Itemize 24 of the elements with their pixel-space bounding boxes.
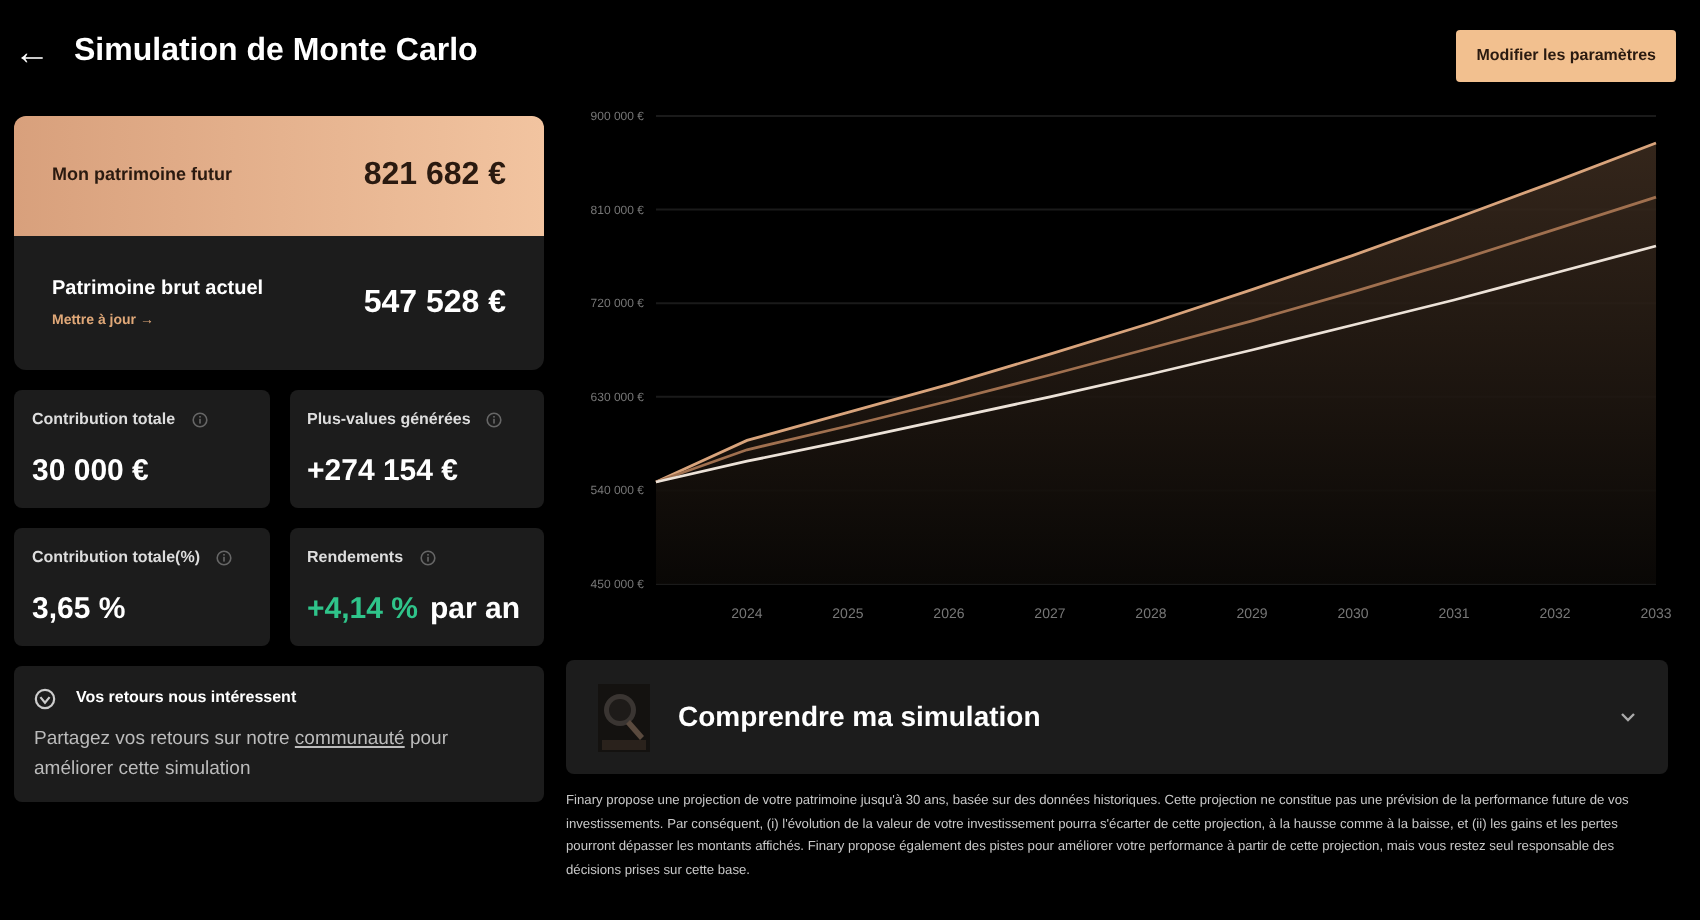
feedback-title: Vos retours nous intéressent bbox=[76, 686, 297, 710]
future-wealth-value: 821 682 € bbox=[363, 156, 506, 196]
stat-label: Plus-values générées bbox=[307, 408, 471, 432]
current-wealth-label: Patrimoine brut actuel bbox=[52, 275, 264, 304]
back-button[interactable]: ← bbox=[14, 34, 50, 70]
accordion-header[interactable]: Comprendre ma simulation bbox=[566, 660, 1668, 774]
stat-value: 30 000 € bbox=[32, 452, 149, 492]
community-link[interactable]: communauté bbox=[294, 728, 405, 750]
stat-value: +274 154 € bbox=[307, 452, 458, 492]
stat-value: 3,65 % bbox=[32, 590, 126, 630]
stat-label: Rendements bbox=[307, 546, 404, 570]
info-icon[interactable] bbox=[215, 550, 232, 566]
stat-label: Contribution totale(%) bbox=[32, 546, 200, 570]
stat-value: +4,14 % bbox=[307, 590, 418, 630]
info-icon[interactable] bbox=[419, 550, 436, 566]
info-icon[interactable] bbox=[486, 412, 503, 428]
future-wealth-label: Mon patrimoine futur bbox=[52, 162, 232, 189]
page-title: Simulation de Monte Carlo bbox=[74, 32, 478, 72]
stat-label: Contribution totale bbox=[32, 408, 176, 432]
settings-button[interactable]: Modifier les paramètres bbox=[1456, 30, 1676, 82]
feedback-text: Partagez vos retours sur notre communauté pour améliorer cette simulation bbox=[34, 726, 450, 784]
current-wealth-value: 547 528 € bbox=[363, 283, 506, 323]
info-icon[interactable] bbox=[191, 412, 208, 428]
stat-unit: par an bbox=[429, 590, 520, 630]
